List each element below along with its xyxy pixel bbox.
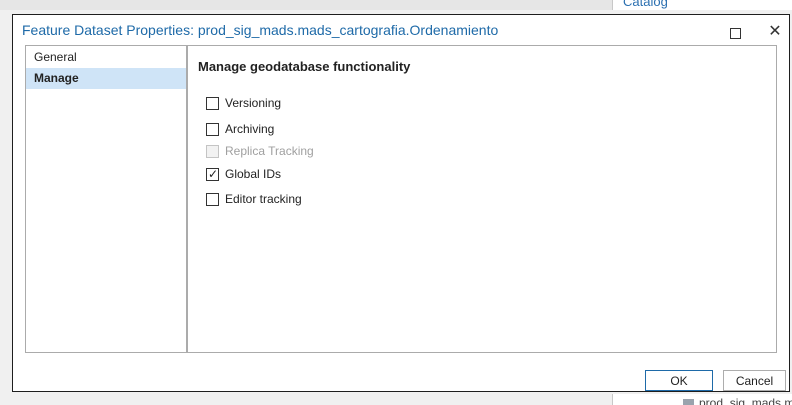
close-icon: ✕ [768, 23, 782, 40]
versioning-checkbox[interactable] [206, 97, 219, 110]
catalog-tree-item[interactable]: prod_sig_mads.m [612, 394, 792, 405]
global-ids-label: Global IDs [225, 167, 282, 181]
section-title: Manage geodatabase functionality [198, 59, 411, 74]
replica-tracking-label: Replica Tracking [225, 144, 314, 158]
editor-tracking-label: Editor tracking [225, 192, 302, 206]
versioning-label: Versioning [225, 96, 282, 110]
editor-tracking-checkbox[interactable] [206, 193, 219, 206]
archiving-label: Archiving [225, 122, 275, 136]
ok-button[interactable]: OK [645, 370, 713, 391]
manage-content-panel: Manage geodatabase functionality Version… [187, 45, 777, 353]
checkmark-icon: ✓ [208, 167, 219, 181]
nav-item-manage[interactable]: Manage [26, 68, 186, 89]
catalog-pane-tab[interactable]: Catalog [612, 0, 792, 10]
global-ids-checkbox[interactable]: ✓ [206, 167, 219, 181]
maximize-icon [729, 27, 741, 39]
cancel-button[interactable]: Cancel [723, 370, 786, 391]
dialog-title: Feature Dataset Properties: prod_sig_mad… [22, 22, 499, 38]
database-icon [683, 399, 694, 405]
replica-tracking-checkbox [206, 145, 219, 158]
maximize-button[interactable] [724, 21, 746, 43]
feature-dataset-properties-dialog: Feature Dataset Properties: prod_sig_mad… [12, 14, 790, 392]
catalog-pane-label: Catalog [623, 0, 668, 9]
nav-item-label: General [34, 50, 77, 64]
catalog-tree-item-label: prod_sig_mads.m [699, 396, 792, 405]
archiving-checkbox[interactable] [206, 123, 219, 136]
properties-nav-list: General Manage [25, 45, 187, 353]
nav-item-label: Manage [34, 71, 79, 85]
nav-item-general[interactable]: General [26, 47, 186, 68]
close-button[interactable]: ✕ [764, 21, 786, 43]
